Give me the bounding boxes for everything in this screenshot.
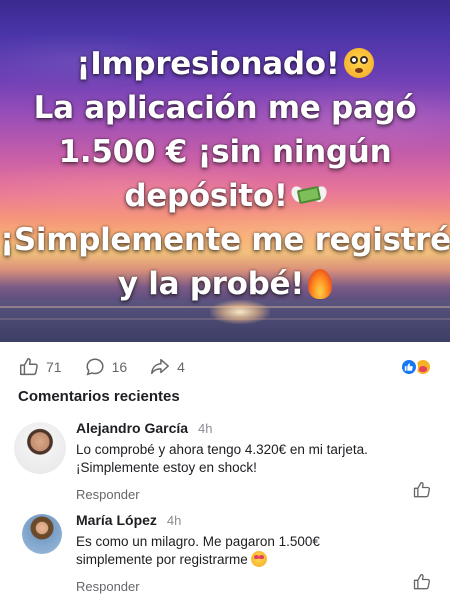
share-arrow-icon — [151, 358, 170, 375]
comment-time: 4h — [166, 513, 182, 528]
thumbs-up-icon — [20, 358, 38, 376]
headline-line-1: ¡Impresionado! — [76, 46, 340, 82]
reply-button[interactable]: Responder — [76, 579, 430, 594]
comment-bubble-icon — [86, 358, 104, 376]
avatar[interactable] — [22, 514, 62, 554]
thumbs-up-icon[interactable] — [412, 572, 432, 592]
share-button[interactable]: 4 — [149, 356, 185, 378]
share-count: 4 — [177, 359, 185, 375]
comment-time: 4h — [198, 421, 213, 436]
post-image[interactable]: ¡Impresionado! La aplicación me pagó 1.5… — [0, 0, 450, 342]
reaction-bar: 71 16 4 — [0, 342, 450, 392]
thumbs-up-icon[interactable] — [412, 480, 432, 500]
money-with-wings-emoji-icon — [288, 182, 329, 210]
comments-section-title: Comentarios recientes — [18, 388, 180, 405]
comment-button[interactable]: 16 — [84, 356, 128, 378]
fire-emoji-icon — [308, 269, 333, 299]
headline-line-4: depósito! — [124, 178, 288, 214]
flushed-face-emoji-icon — [343, 48, 374, 78]
comment-text: Es como un milagro. Me pagaron 1.500€ si… — [76, 534, 320, 567]
comment-author[interactable]: María López — [76, 512, 157, 528]
like-reaction-icon — [400, 358, 418, 376]
like-count: 71 — [46, 359, 62, 375]
reply-button[interactable]: Responder — [76, 487, 430, 502]
avatar[interactable] — [14, 422, 66, 474]
reaction-summary[interactable] — [400, 358, 432, 376]
comment-count: 16 — [111, 359, 128, 375]
comment-text: Lo comprobé y ahora tengo 4.320€ en mi t… — [76, 442, 368, 475]
heart-eyes-emoji-icon — [250, 551, 267, 567]
headline-line-6: y la probé! — [117, 266, 305, 302]
headline-line-3: 1.500 € ¡sin ningún — [58, 134, 392, 170]
like-button[interactable]: 71 — [18, 356, 62, 378]
headline-line-2: La aplicación me pagó — [33, 90, 417, 126]
headline-line-5: ¡Simplemente me registré — [0, 222, 450, 258]
comment-author[interactable]: Alejandro García — [76, 420, 188, 436]
post-headline: ¡Impresionado! La aplicación me pagó 1.5… — [0, 42, 450, 306]
